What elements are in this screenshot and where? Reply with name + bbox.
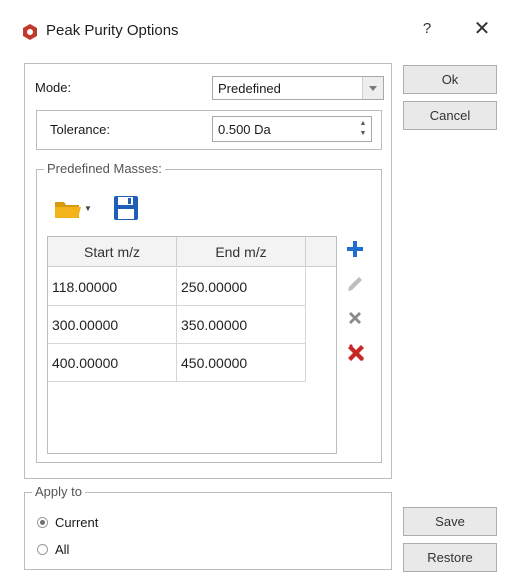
cancel-button[interactable]: Cancel <box>403 101 497 130</box>
window-title: Peak Purity Options <box>46 22 179 39</box>
table-cell-end[interactable]: 450.00000 <box>177 344 306 382</box>
column-header-start[interactable]: Start m/z <box>48 237 177 267</box>
radio-current[interactable] <box>37 517 48 528</box>
radio-all[interactable] <box>37 544 48 555</box>
save-button[interactable]: Save <box>403 507 497 536</box>
save-disk-icon[interactable] <box>113 195 139 221</box>
tolerance-value: 0.500 Da <box>218 122 271 137</box>
tolerance-spinbox[interactable]: 0.500 Da ▲ ▼ <box>212 116 372 142</box>
help-button[interactable]: ? <box>418 20 436 40</box>
radio-label-current[interactable]: Current <box>55 515 98 530</box>
folder-dropdown-icon[interactable]: ▼ <box>84 204 94 213</box>
app-logo-icon <box>22 24 38 40</box>
table-cell-start[interactable]: 118.00000 <box>48 268 177 306</box>
table-cell-start[interactable]: 300.00000 <box>48 306 177 344</box>
add-icon[interactable] <box>346 240 364 258</box>
edit-pencil-icon[interactable] <box>346 275 364 293</box>
table-cell-end[interactable]: 350.00000 <box>177 306 306 344</box>
predefined-masses-legend: Predefined Masses: <box>44 161 165 176</box>
ok-button[interactable]: Ok <box>403 65 497 94</box>
apply-to-group <box>24 492 392 570</box>
mode-value: Predefined <box>218 81 281 96</box>
close-button[interactable]: ✕ <box>470 18 494 42</box>
column-header-end[interactable]: End m/z <box>177 237 306 267</box>
tolerance-label: Tolerance: <box>50 122 110 137</box>
delete-all-icon[interactable] <box>346 342 366 362</box>
column-header-filler <box>306 237 336 267</box>
table-cell-start[interactable]: 400.00000 <box>48 344 177 382</box>
radio-label-all[interactable]: All <box>55 542 69 557</box>
apply-to-legend: Apply to <box>32 484 85 499</box>
chevron-down-icon[interactable] <box>362 77 383 99</box>
mode-dropdown[interactable]: Predefined <box>212 76 384 100</box>
restore-button[interactable]: Restore <box>403 543 497 572</box>
spin-down-icon[interactable]: ▼ <box>359 130 367 138</box>
table-cell-end[interactable]: 250.00000 <box>177 268 306 306</box>
delete-icon[interactable] <box>346 309 364 327</box>
open-folder-icon[interactable] <box>54 198 82 220</box>
mode-label: Mode: <box>35 80 72 95</box>
spin-up-icon[interactable]: ▲ <box>359 120 367 128</box>
